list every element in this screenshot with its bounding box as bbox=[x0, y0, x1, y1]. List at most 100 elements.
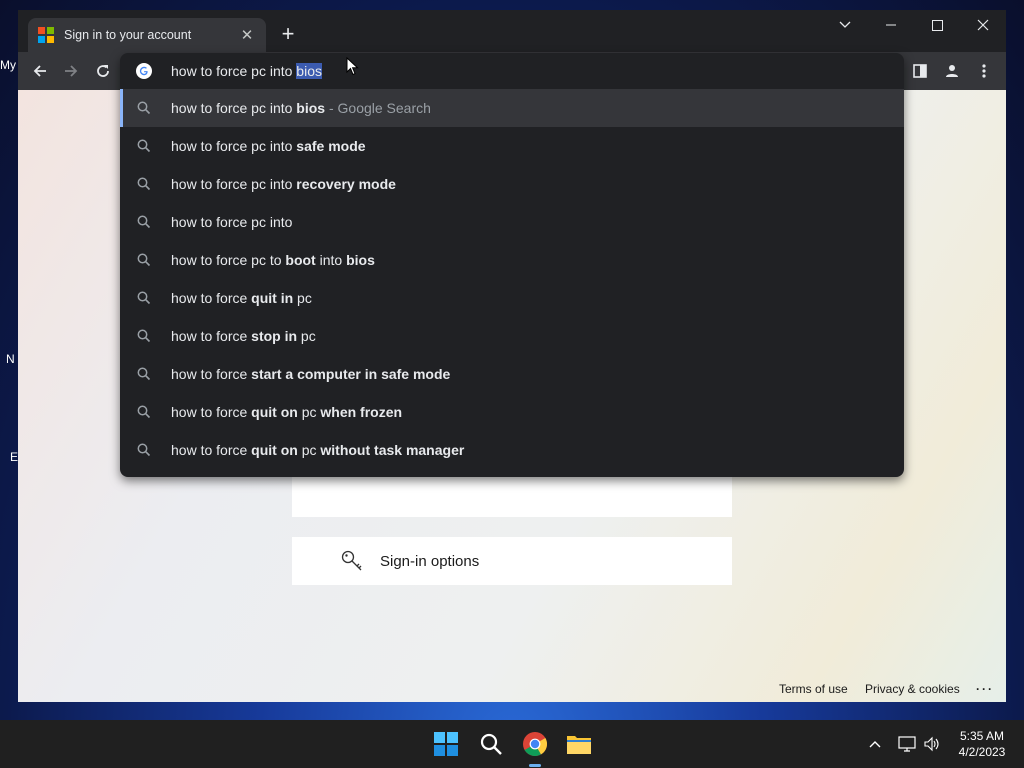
suggestion-text: how to force pc into bbox=[171, 214, 292, 230]
show-hidden-icons-chevron-icon[interactable] bbox=[864, 733, 886, 755]
privacy-link[interactable]: Privacy & cookies bbox=[865, 682, 960, 696]
chrome-taskbar-icon[interactable] bbox=[521, 730, 549, 758]
suggestion-item[interactable]: how to force stop in pc bbox=[120, 317, 904, 355]
suggestion-plain-part: how to force bbox=[171, 366, 252, 382]
suggestion-plain-part: how to force bbox=[171, 442, 252, 458]
suggestion-bold-part: stop in bbox=[251, 328, 298, 344]
suggestion-text: how to force quit on pc without task man… bbox=[171, 442, 464, 458]
suggestion-item[interactable]: how to force quit in pc bbox=[120, 279, 904, 317]
suggestion-item[interactable]: how to force pc into safe mode bbox=[120, 127, 904, 165]
suggestion-plain-part: how to force pc to bbox=[171, 252, 286, 268]
suggestion-item[interactable]: how to force quit on pc when frozen bbox=[120, 393, 904, 431]
maximize-icon[interactable] bbox=[914, 10, 960, 40]
terms-link[interactable]: Terms of use bbox=[779, 682, 848, 696]
omnibox-dropdown: how to force pc into bios how to force p… bbox=[120, 53, 904, 477]
google-logo-icon bbox=[136, 63, 152, 79]
search-icon bbox=[137, 139, 151, 153]
suggestion-bold-part: quit on bbox=[251, 404, 298, 420]
suggestion-item[interactable]: how to force start a computer in safe mo… bbox=[120, 355, 904, 393]
suggestion-text: how to force pc into bios - Google Searc… bbox=[171, 100, 431, 116]
reload-icon[interactable] bbox=[92, 60, 114, 82]
more-menu-icon[interactable] bbox=[973, 60, 995, 82]
suggestion-plain-part: how to force pc into bbox=[171, 138, 297, 154]
minimize-icon[interactable] bbox=[868, 10, 914, 40]
search-icon bbox=[137, 367, 151, 381]
suggestion-text: how to force stop in pc bbox=[171, 328, 316, 344]
profile-icon[interactable] bbox=[941, 60, 963, 82]
suggestion-bold-part: start a computer in safe mode bbox=[251, 366, 451, 382]
suggestion-plain-part: into bbox=[315, 252, 347, 268]
new-tab-button[interactable]: + bbox=[276, 22, 300, 46]
suggestion-item[interactable]: how to force pc into bbox=[120, 203, 904, 241]
suggestion-item[interactable]: how to force pc into bios - Google Searc… bbox=[120, 89, 904, 127]
tab-sign-in[interactable]: Sign in to your account ✕ bbox=[28, 18, 266, 52]
suggestion-plain-part: how to force bbox=[171, 328, 252, 344]
desktop-icon-label[interactable]: My bbox=[0, 58, 18, 72]
suggestion-bold-part: without task manager bbox=[320, 442, 465, 458]
volume-icon[interactable] bbox=[921, 733, 943, 755]
system-clock[interactable]: 5:35 AM 4/2/2023 bbox=[952, 728, 1012, 760]
search-icon bbox=[137, 101, 151, 115]
windows-start-icon[interactable] bbox=[432, 730, 460, 758]
mouse-cursor-icon bbox=[346, 57, 359, 76]
key-icon bbox=[341, 550, 362, 571]
search-icon bbox=[137, 253, 151, 267]
footer-more-button[interactable]: ··· bbox=[976, 682, 994, 696]
search-icon bbox=[137, 405, 151, 419]
suggestion-text: how to force pc into recovery mode bbox=[171, 176, 396, 192]
suggestion-bold-part: quit in bbox=[251, 290, 294, 306]
suggestion-bold-part: when frozen bbox=[320, 404, 403, 420]
suggestion-plain-part: how to force bbox=[171, 404, 252, 420]
suggestion-hint: - Google Search bbox=[325, 100, 431, 116]
side-panel-icon[interactable] bbox=[909, 60, 931, 82]
suggestion-text: how to force start a computer in safe mo… bbox=[171, 366, 450, 382]
search-icon bbox=[137, 177, 151, 191]
file-explorer-icon[interactable] bbox=[565, 730, 593, 758]
suggestion-list: how to force pc into bios - Google Searc… bbox=[120, 89, 904, 469]
suggestion-plain-part: pc bbox=[293, 290, 312, 306]
back-arrow-icon[interactable] bbox=[29, 60, 51, 82]
running-indicator bbox=[529, 764, 541, 767]
suggestion-plain-part: pc bbox=[297, 404, 321, 420]
address-autocomplete-selection: bios bbox=[296, 63, 322, 79]
microsoft-logo-icon bbox=[38, 27, 54, 43]
clock-time: 5:35 AM bbox=[959, 729, 1005, 743]
tab-title: Sign in to your account bbox=[64, 28, 192, 42]
suggestion-plain-part: how to force pc into bbox=[171, 100, 297, 116]
tab-close-icon[interactable]: ✕ bbox=[238, 26, 256, 44]
suggestion-text: how to force pc into safe mode bbox=[171, 138, 366, 154]
forward-arrow-icon[interactable] bbox=[60, 60, 82, 82]
clock-date: 4/2/2023 bbox=[958, 745, 1006, 759]
suggestion-bold-part: bios bbox=[346, 252, 375, 268]
suggestion-item[interactable]: how to force pc into recovery mode bbox=[120, 165, 904, 203]
suggestion-plain-part: how to force bbox=[171, 290, 252, 306]
suggestion-plain-part: pc bbox=[297, 442, 321, 458]
suggestion-plain-part: pc bbox=[297, 328, 316, 344]
suggestion-text: how to force pc to boot into bios bbox=[171, 252, 375, 268]
sign-in-options-button[interactable]: Sign-in options bbox=[292, 537, 732, 585]
suggestion-bold-part: boot bbox=[285, 252, 316, 268]
address-input-text[interactable]: how to force pc into bbox=[171, 63, 296, 79]
search-icon bbox=[137, 443, 151, 457]
suggestion-bold-part: quit on bbox=[251, 442, 298, 458]
close-window-icon[interactable] bbox=[960, 10, 1006, 40]
suggestion-item[interactable]: how to force pc to boot into bios bbox=[120, 241, 904, 279]
tab-search-icon[interactable] bbox=[822, 10, 868, 40]
network-icon[interactable] bbox=[896, 733, 918, 755]
taskbar: 5:35 AM 4/2/2023 bbox=[0, 720, 1024, 768]
sign-in-options-label: Sign-in options bbox=[380, 552, 480, 570]
search-icon bbox=[137, 215, 151, 229]
address-bar[interactable]: how to force pc into bios bbox=[120, 53, 904, 89]
suggestion-plain-part: how to force pc into bbox=[171, 214, 293, 230]
search-icon[interactable] bbox=[477, 730, 505, 758]
suggestion-plain-part: how to force pc into bbox=[171, 176, 297, 192]
suggestion-item[interactable]: how to force quit on pc without task man… bbox=[120, 431, 904, 469]
sign-in-card bbox=[292, 472, 732, 517]
suggestion-text: how to force quit in pc bbox=[171, 290, 312, 306]
tab-strip: Sign in to your account ✕ + bbox=[18, 10, 1006, 52]
search-icon bbox=[137, 329, 151, 343]
suggestion-bold-part: bios bbox=[296, 100, 326, 116]
suggestion-text: how to force quit on pc when frozen bbox=[171, 404, 402, 420]
suggestion-bold-part: recovery mode bbox=[296, 176, 396, 192]
suggestion-bold-part: safe mode bbox=[296, 138, 366, 154]
